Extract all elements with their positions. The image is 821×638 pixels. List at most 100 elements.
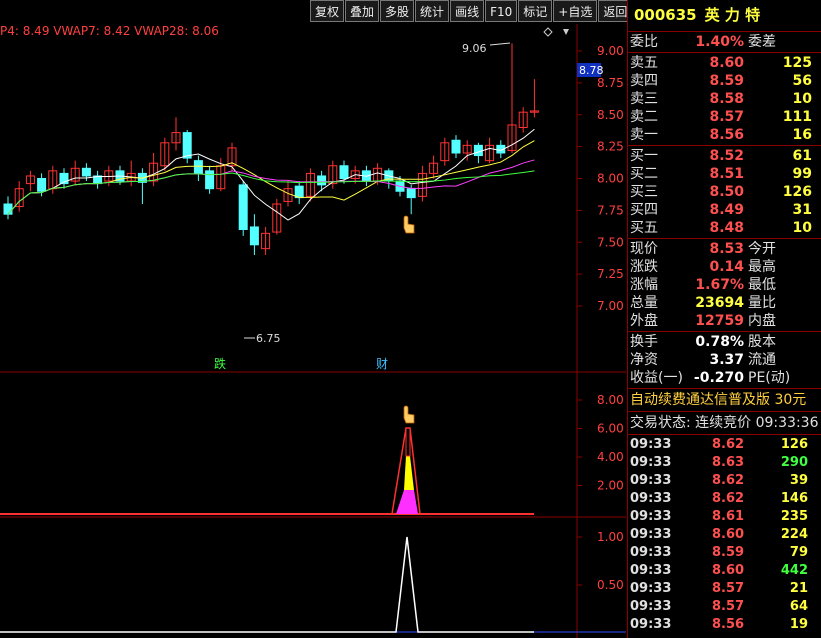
price-tick-label: 9.00 <box>597 44 624 58</box>
stat-row: 现价 8.53 今开 <box>628 240 821 258</box>
tick-volume: 290 <box>780 455 808 470</box>
bid-level-price: 8.51 <box>709 166 744 182</box>
tick-volume: 224 <box>780 527 808 542</box>
bid-level-volume: 99 <box>792 166 812 182</box>
vwap-legend: P4: 8.49 VWAP7: 8.42 VWAP28: 8.06 <box>0 24 219 38</box>
bid-level-price: 8.48 <box>709 220 744 236</box>
price-tick-label: 8.25 <box>597 140 624 154</box>
tick-volume: 235 <box>780 509 808 524</box>
bid-level-price: 8.52 <box>709 148 744 164</box>
ind1-tick-label: 8.00 <box>597 393 624 407</box>
f10-button[interactable]: F10 <box>485 0 518 22</box>
toolbar: 复权 叠加 多股 统计 画线 F10 标记 +自选 返回 <box>310 0 633 24</box>
tick-time: 09:33 <box>630 617 672 632</box>
add-watchlist-button[interactable]: +自选 <box>553 0 598 22</box>
stat-label-2: 最低 <box>748 277 776 293</box>
ask-level-volume: 16 <box>792 127 812 143</box>
indicator2-spike <box>0 536 534 633</box>
current-price-tag-label: 8.78 <box>579 64 604 77</box>
tick-row[interactable]: 09:33 8.59 79 <box>628 544 821 562</box>
weibi-value: 1.40% <box>695 34 744 50</box>
fuquan-button[interactable]: 复权 <box>310 0 345 22</box>
divider <box>628 145 821 146</box>
tick-price: 8.56 <box>712 617 745 632</box>
event-marker-fin: 财 <box>376 357 388 371</box>
stat-price: 8.53 <box>709 241 744 257</box>
high-price-label: 9.06 <box>462 42 487 55</box>
tick-row[interactable]: 09:33 8.62 146 <box>628 490 821 508</box>
tick-volume: 19 <box>789 617 808 632</box>
statistics-button[interactable]: 统计 <box>415 0 450 22</box>
ask-level-label: 卖三 <box>630 91 658 107</box>
tick-row[interactable]: 09:33 8.60 224 <box>628 526 821 544</box>
stat-label: 现价 <box>630 241 658 257</box>
stock-code: 000635 <box>634 6 697 24</box>
stat-row: 外盘 12759 内盘 <box>628 312 821 330</box>
stat-label: 涨跌 <box>630 259 658 275</box>
bid-level-row: 买三 8.50 126 <box>628 183 821 201</box>
ind2-tick-label: 1.00 <box>597 530 624 544</box>
kline-chart-area[interactable]: 9.00 8.75 8.50 8.25 8.00 7.75 7.50 7.25 7.00 8.78… <box>0 0 626 638</box>
price-tick-label: 8.75 <box>597 76 624 90</box>
tick-row[interactable]: 09:33 8.62 126 <box>628 436 821 454</box>
low-price-label: 6.75 <box>256 332 281 345</box>
tick-time: 09:33 <box>630 509 672 524</box>
tick-volume: 126 <box>780 437 808 452</box>
indicator1-bar-top <box>405 427 411 457</box>
stat-price: 12759 <box>695 313 744 329</box>
tick-row[interactable]: 09:33 8.57 21 <box>628 580 821 598</box>
promo-banner[interactable]: 自动续费通达信普及版 30元 <box>628 390 821 410</box>
tick-row[interactable]: 09:33 8.60 442 <box>628 562 821 580</box>
ask-level-volume: 125 <box>782 55 812 71</box>
divider <box>628 434 821 435</box>
stat-label-2: 流通 <box>748 352 776 368</box>
multi-stock-button[interactable]: 多股 <box>380 0 415 22</box>
price-tick-label: 8.50 <box>597 108 624 122</box>
stat-price: 0.78% <box>695 334 744 350</box>
stat-label: 涨幅 <box>630 277 658 293</box>
stat-label: 收益(一) <box>630 370 683 386</box>
tick-price: 8.57 <box>712 599 745 614</box>
tick-row[interactable]: 09:33 8.57 64 <box>628 598 821 616</box>
bid-level-label: 买一 <box>630 148 658 164</box>
ind2-tick-label: 0.50 <box>597 578 624 592</box>
candle-body <box>182 132 192 159</box>
divider <box>628 388 821 389</box>
ask-level-row: 卖四 8.59 56 <box>628 72 821 90</box>
tick-row[interactable]: 09:33 8.62 39 <box>628 472 821 490</box>
price-tick-label: 7.25 <box>597 267 624 281</box>
tick-volume: 21 <box>789 581 808 596</box>
tick-row[interactable]: 09:33 8.63 290 <box>628 454 821 472</box>
ask-level-price: 8.56 <box>709 127 744 143</box>
tick-row[interactable]: 09:33 8.61 235 <box>628 508 821 526</box>
mark-button[interactable]: 标记 <box>518 0 553 22</box>
candle-body <box>3 203 13 215</box>
weibi-label: 委比 <box>630 34 658 50</box>
overlay-button[interactable]: 叠加 <box>345 0 380 22</box>
candle-body <box>81 167 91 177</box>
stock-terminal-window: 9.00 8.75 8.50 8.25 8.00 7.75 7.50 7.25 7.00 8.78… <box>0 0 821 638</box>
tick-price: 8.63 <box>712 455 745 470</box>
tick-price: 8.62 <box>712 473 745 488</box>
price-tick-label: 8.00 <box>597 172 624 186</box>
bid-level-label: 买三 <box>630 184 658 200</box>
stat-label-2: 今开 <box>748 241 776 257</box>
candle-body <box>193 160 203 174</box>
tick-volume: 64 <box>789 599 808 614</box>
tick-price: 8.57 <box>712 581 745 596</box>
tick-list[interactable]: 09:33 8.62 126 09:33 8.63 290 09:33 8.62 39 09:33… <box>628 436 821 634</box>
ask-level-volume: 10 <box>792 91 812 107</box>
divider <box>628 331 821 332</box>
price-tick-label: 7.00 <box>597 299 624 313</box>
stat-label: 净资 <box>630 352 658 368</box>
price-tick-label: 7.50 <box>597 235 624 249</box>
stat-label: 外盘 <box>630 313 658 329</box>
tick-row[interactable]: 09:33 8.56 19 <box>628 616 821 634</box>
draw-line-button[interactable]: 画线 <box>450 0 485 22</box>
kline-chart-svg[interactable]: 9.00 8.75 8.50 8.25 8.00 7.75 7.50 7.25 7.00 8.78… <box>0 0 626 638</box>
stat-label-2: 内盘 <box>748 313 776 329</box>
trading-status: 交易状态: 连续竞价 09:33:36 <box>630 415 819 431</box>
stat-price: 3.37 <box>709 352 744 368</box>
bid-level-volume: 10 <box>792 220 812 236</box>
stat-row: 净资 3.37 流通 <box>628 351 821 369</box>
